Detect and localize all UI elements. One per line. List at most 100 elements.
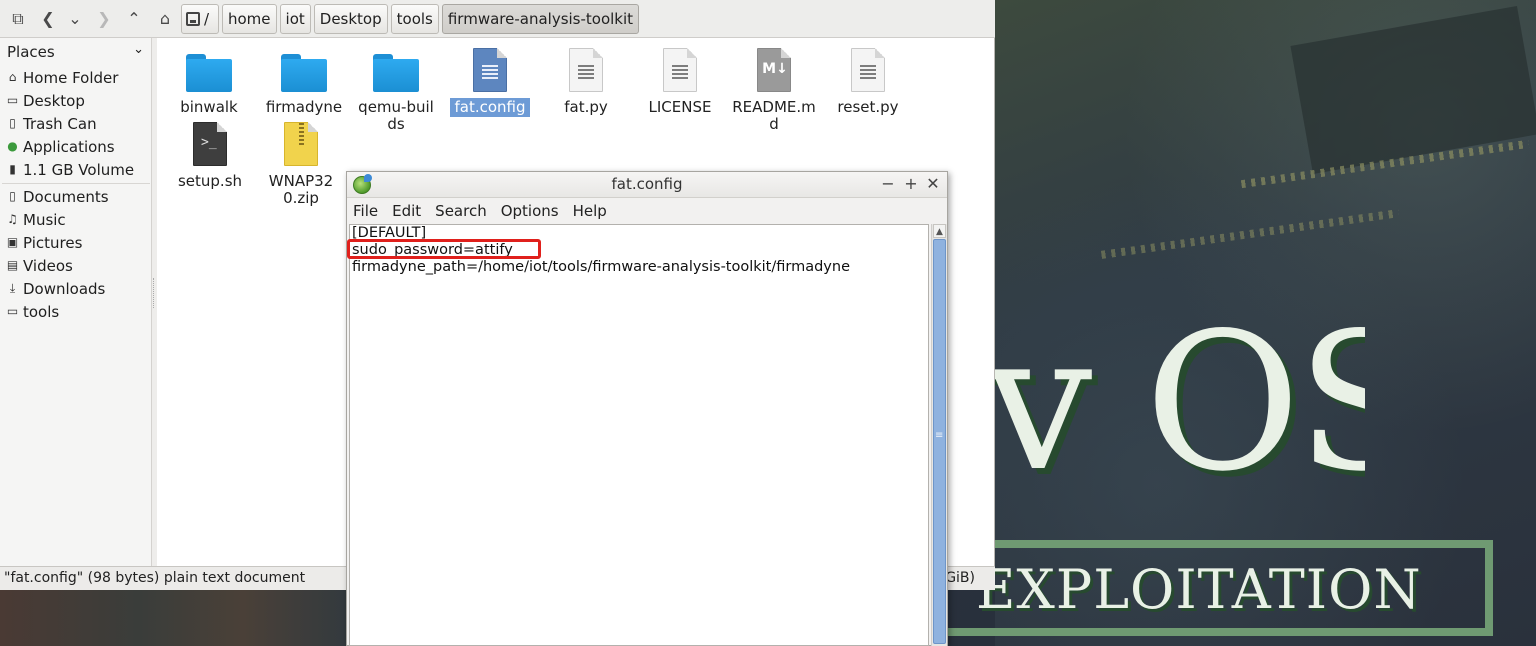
sidebar-item-label: Documents [23, 187, 109, 206]
breadcrumb-firmware-analysis-toolkit[interactable]: firmware-analysis-toolkit [441, 4, 640, 34]
wallpaper-title: v OS [985, 318, 1365, 488]
places-header[interactable]: Places ⌄ [0, 40, 152, 64]
home-icon: ⌂ [8, 70, 17, 84]
history-dropdown-icon[interactable]: ⌄ [63, 6, 87, 32]
sidebar-item-trash-can[interactable]: ▯ Trash Can [0, 112, 152, 135]
file-item-wnap320-zip[interactable]: WNAP320.zip [255, 120, 347, 208]
text-file-icon [851, 48, 885, 92]
home-icon[interactable]: ⌂ [153, 6, 177, 32]
sidebar-item-label: Pictures [23, 233, 83, 252]
close-icon[interactable]: ✕ [923, 174, 943, 194]
sidebar-item-tools[interactable]: ▭ tools [0, 300, 152, 323]
sidebar-item-label: Trash Can [23, 114, 97, 133]
file-name: firmadyne [265, 98, 343, 116]
text-line: firmadyne_path=/home/iot/tools/firmware-… [352, 259, 850, 275]
file-name: WNAP320.zip [268, 172, 334, 207]
wallpaper-subtitle: EXPLOITATION [976, 558, 1422, 621]
breadcrumb-root[interactable]: / [181, 4, 219, 34]
folder-icon [373, 54, 419, 92]
back-icon[interactable]: ❮ [36, 6, 60, 32]
text-file-icon [473, 48, 507, 92]
menu-file[interactable]: File [353, 202, 378, 220]
editor-scrollbar[interactable]: ▲ [931, 224, 947, 646]
editor-title: fat.config [611, 175, 683, 193]
applications-icon: ● [7, 139, 18, 153]
sidebar-item-downloads[interactable]: ⤓ Downloads [0, 277, 152, 300]
sidebar-item-music[interactable]: ♫ Music [0, 208, 152, 231]
folder-icon [281, 54, 327, 92]
breadcrumb-iot[interactable]: iot [279, 4, 311, 34]
text-editor-window: fat.config − + ✕ File Edit Search Option… [346, 171, 948, 646]
sidebar-item-videos[interactable]: ▤ Videos [0, 254, 152, 277]
sidebar-item-label: 1.1 GB Volume [23, 160, 135, 179]
file-name: fat.py [564, 98, 608, 116]
text-file-icon [569, 48, 603, 92]
sidebar-item-label: tools [23, 302, 60, 321]
file-item-fat-py[interactable]: fat.py [540, 46, 632, 117]
scrollbar-thumb[interactable] [933, 239, 946, 644]
file-item-fat-config[interactable]: fat.config [444, 46, 536, 117]
shell-script-icon: >_ [193, 122, 227, 166]
file-item-qemu-builds[interactable]: qemu-builds [350, 46, 442, 134]
file-item-readme[interactable]: M↓ README.md [728, 46, 820, 134]
file-manager-toolbar: ⧉ ❮ ⌄ ❯ ⌃ ⌂ / home iot Desktop tools fir… [0, 0, 995, 38]
places-header-label: Places [7, 43, 55, 61]
file-name: qemu-builds [358, 98, 434, 133]
file-item-binwalk[interactable]: binwalk [163, 46, 255, 117]
menu-edit[interactable]: Edit [392, 202, 421, 220]
sidebar-item-label: Music [23, 210, 66, 229]
chevron-down-icon[interactable]: ⌄ [133, 42, 144, 57]
menu-search[interactable]: Search [435, 202, 487, 220]
file-name: reset.py [837, 98, 899, 116]
videos-icon: ▤ [6, 258, 19, 272]
file-name: README.md [732, 98, 816, 133]
downloads-icon: ⤓ [9, 281, 16, 295]
editor-menu-bar: File Edit Search Options Help [347, 198, 947, 224]
breadcrumb-tools[interactable]: tools [390, 4, 439, 34]
breadcrumb: / home iot Desktop tools firmware-analys… [181, 4, 642, 34]
file-item-firmadyne[interactable]: firmadyne [258, 46, 350, 117]
sidebar-item-desktop[interactable]: ▭ Desktop [0, 89, 152, 112]
minimize-icon[interactable]: − [878, 174, 898, 194]
markdown-file-icon: M↓ [757, 48, 791, 92]
file-item-license[interactable]: LICENSE [634, 46, 726, 117]
pictures-icon: ▣ [6, 235, 19, 249]
sidebar-item-label: Home Folder [23, 68, 119, 87]
password-highlight-box [347, 239, 541, 259]
sidebar-item-label: Desktop [23, 91, 85, 110]
scroll-up-icon[interactable]: ▲ [933, 224, 946, 238]
trash-icon: ▯ [9, 116, 16, 130]
status-free-space: GiB) [945, 570, 975, 586]
sidebar-item-documents[interactable]: ▯ Documents [0, 185, 152, 208]
file-item-setup-sh[interactable]: >_ setup.sh [164, 120, 256, 191]
sidebar-item-applications[interactable]: ● Applications [0, 135, 152, 158]
file-name: binwalk [180, 98, 238, 116]
menu-help[interactable]: Help [573, 202, 607, 220]
board-edge-graphic [0, 590, 347, 646]
sidebar-item-label: Downloads [23, 279, 106, 298]
folder-icon [186, 54, 232, 92]
breadcrumb-desktop[interactable]: Desktop [313, 4, 388, 34]
documents-icon: ▯ [9, 189, 16, 203]
folder-icon: ▭ [6, 304, 19, 318]
file-name: setup.sh [177, 172, 243, 190]
maximize-icon[interactable]: + [901, 174, 921, 194]
breadcrumb-home[interactable]: home [222, 4, 277, 34]
sidebar-item-pictures[interactable]: ▣ Pictures [0, 231, 152, 254]
usb-drive-icon: ▮ [9, 162, 16, 176]
forward-icon[interactable]: ❯ [92, 6, 116, 32]
menu-options[interactable]: Options [501, 202, 559, 220]
file-item-reset-py[interactable]: reset.py [822, 46, 914, 117]
file-name: LICENSE [648, 98, 712, 116]
drive-icon [186, 12, 200, 26]
file-name: fat.config [450, 98, 530, 117]
places-sidebar: Places ⌄ ⌂ Home Folder ▭ Desktop ▯ Trash… [0, 38, 152, 566]
sidebar-item-home-folder[interactable]: ⌂ Home Folder [0, 66, 152, 89]
sidebar-divider [2, 183, 150, 184]
music-icon: ♫ [7, 212, 18, 226]
new-tab-icon[interactable]: ⧉ [6, 6, 30, 32]
up-icon[interactable]: ⌃ [122, 6, 146, 32]
editor-title-bar[interactable]: fat.config − + ✕ [347, 172, 947, 198]
editor-text-area[interactable]: [DEFAULT] sudo_password=attify firmadyne… [347, 224, 929, 646]
sidebar-item-volume[interactable]: ▮ 1.1 GB Volume [0, 158, 152, 181]
